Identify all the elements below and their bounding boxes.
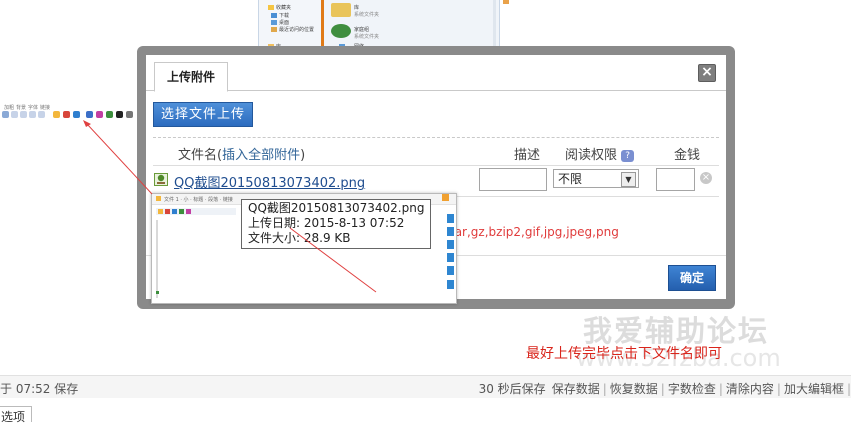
annotation-arrowhead	[83, 120, 91, 127]
annotation-arrow-line	[86, 123, 153, 195]
annotation-arrow-line	[289, 227, 377, 293]
annotation-note: 最好上传完毕点击下文件名即可	[526, 346, 722, 362]
